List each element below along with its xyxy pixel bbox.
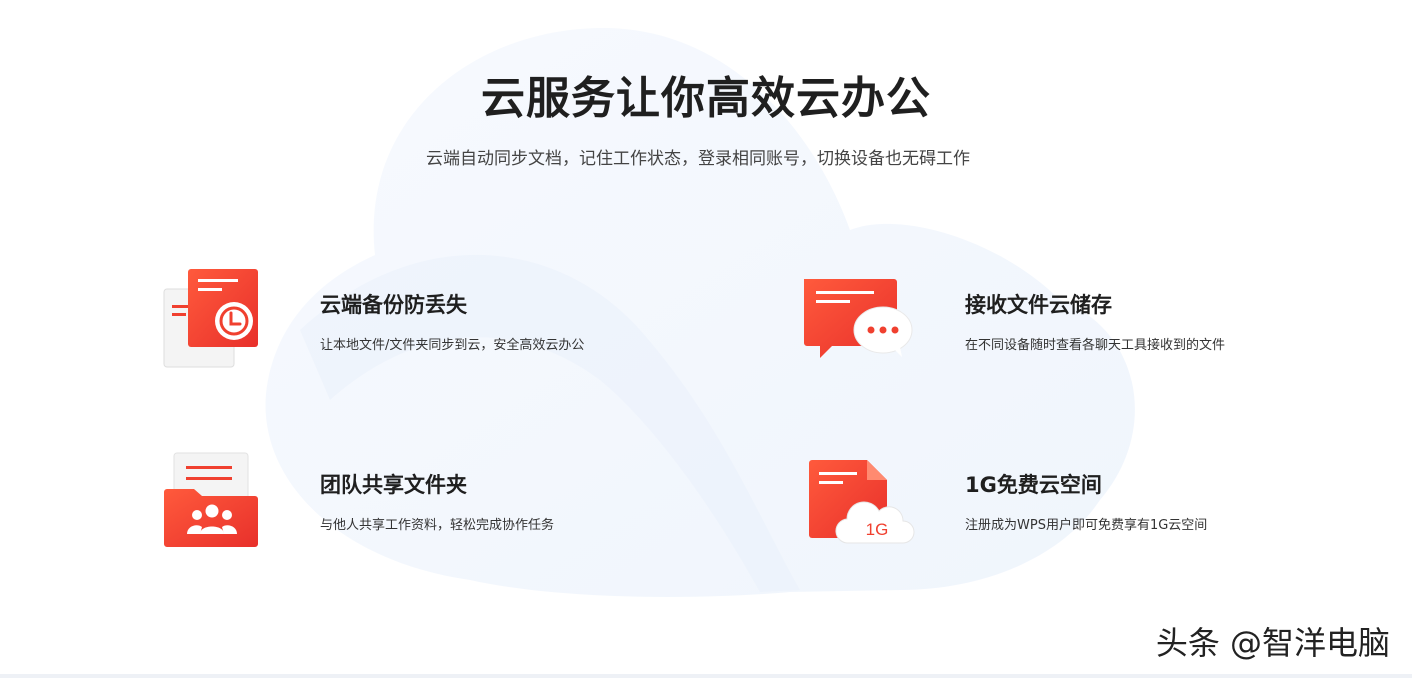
feature-title: 1G免费云空间	[965, 473, 1102, 497]
feature-description: 注册成为WPS用户即可免费享有1G云空间	[965, 518, 1208, 533]
feature-free-cloud-space: 1G 1G免费云空间 注册成为WPS用户即可免费享有1G云空间	[805, 455, 1305, 550]
cloud-storage-1g-icon: 1G	[809, 460, 915, 544]
cloud-badge-text: 1G	[866, 520, 889, 539]
feature-receive-file-storage: 接收文件云储存 在不同设备随时查看各聊天工具接收到的文件	[800, 275, 1300, 375]
page-subtitle: 云端自动同步文档，记住工作状态，登录相同账号，切换设备也无碍工作	[426, 149, 970, 169]
feature-description: 与他人共享工作资料，轻松完成协作任务	[320, 518, 555, 533]
feature-title: 团队共享文件夹	[320, 473, 467, 497]
feature-description: 让本地文件/文件夹同步到云，安全高效云办公	[320, 338, 585, 353]
feature-description: 在不同设备随时查看各聊天工具接收到的文件	[965, 338, 1226, 353]
backup-folder-clock-icon	[163, 269, 258, 368]
feature-title: 接收文件云储存	[965, 293, 1112, 317]
feature-cloud-backup: 云端备份防丢失 让本地文件/文件夹同步到云，安全高效云办公	[160, 265, 660, 375]
shared-folder-team-icon	[164, 452, 258, 547]
page-title: 云服务让你高效云办公	[481, 73, 931, 124]
feature-title: 云端备份防丢失	[320, 293, 467, 317]
feature-team-shared-folder: 团队共享文件夹 与他人共享工作资料，轻松完成协作任务	[160, 450, 660, 550]
bottom-divider	[0, 674, 1412, 678]
chat-bubble-icon	[804, 279, 913, 358]
watermark-text: 头条 @智洋电脑	[1155, 624, 1390, 662]
